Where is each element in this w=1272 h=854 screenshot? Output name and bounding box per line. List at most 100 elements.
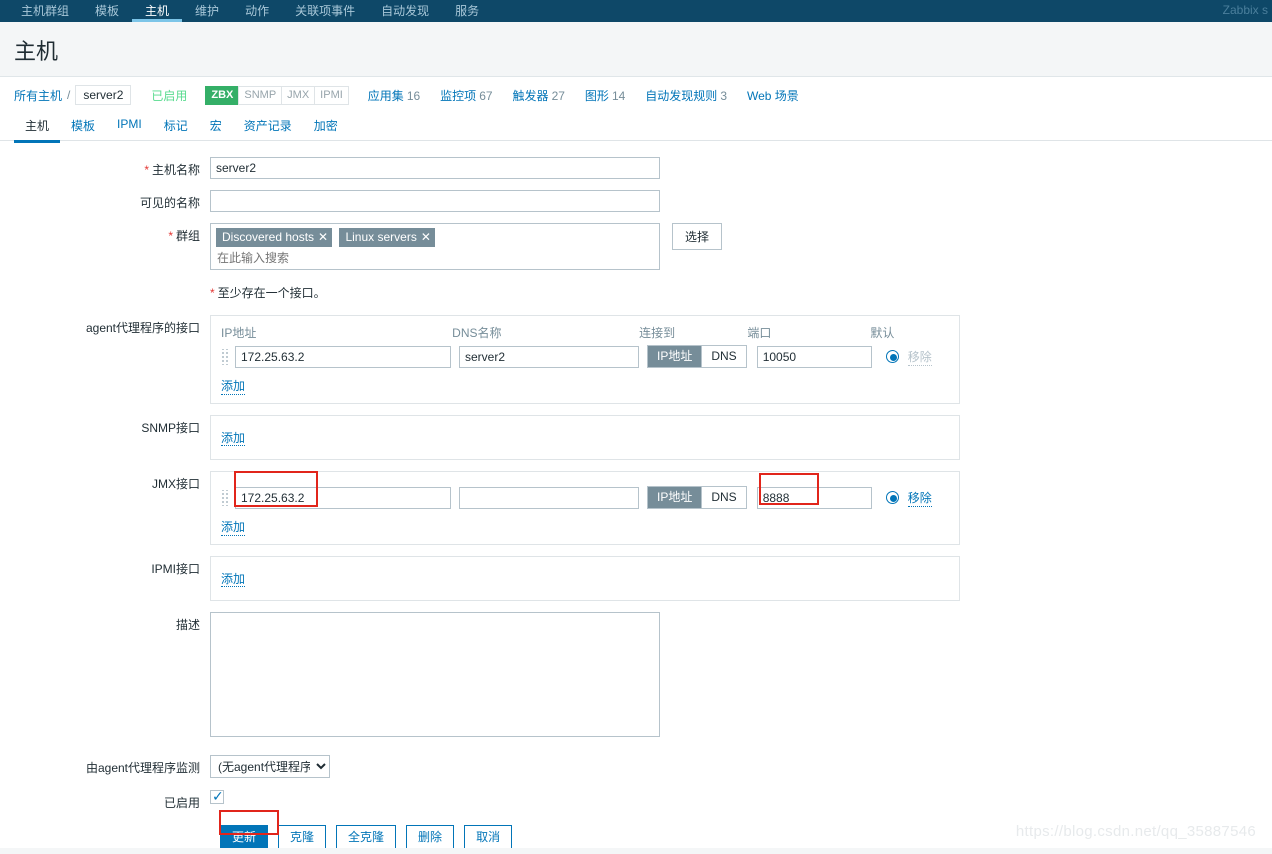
delete-button[interactable]: 删除 bbox=[406, 825, 455, 849]
group-chip-label: Discovered hosts bbox=[222, 230, 315, 244]
host-name-input[interactable] bbox=[210, 157, 660, 179]
user-menu-label[interactable]: Zabbix s bbox=[1223, 3, 1268, 17]
host-status-label[interactable]: 已启用 bbox=[151, 87, 187, 104]
tab-host[interactable]: 主机 bbox=[14, 113, 61, 143]
link-applications-label[interactable]: 应用集 bbox=[368, 89, 404, 103]
agent-port-input[interactable] bbox=[756, 345, 872, 368]
required-marker: * bbox=[144, 163, 149, 177]
badge-jmx: JMX bbox=[281, 85, 316, 105]
field-row-snmp-interface: SNMP接口 添加 bbox=[0, 415, 1272, 460]
enabled-checkbox[interactable] bbox=[210, 788, 224, 805]
update-button[interactable]: 更新 bbox=[220, 825, 269, 849]
field-row-monitored-by-proxy: 由agent代理程序监测 (无agent代理程序) bbox=[0, 755, 1272, 778]
breadcrumb-link-discovery-rules[interactable]: 自动发现规则 3 bbox=[645, 87, 727, 104]
groups-multiselect[interactable]: Discovered hosts ✕ Linux servers ✕ bbox=[210, 223, 660, 270]
remove-chip-icon[interactable]: ✕ bbox=[318, 230, 328, 244]
agent-interface-row: IP地址 DNS 移除 bbox=[221, 345, 949, 368]
label-ipmi-interface: IPMI接口 bbox=[151, 562, 200, 576]
top-navigation-bar: 主机群组 模板 主机 维护 动作 关联项事件 自动发现 服务 Zabbix s bbox=[0, 0, 1272, 22]
breadcrumb-link-items[interactable]: 监控项 67 bbox=[440, 87, 492, 104]
tab-tags[interactable]: 标记 bbox=[153, 113, 199, 140]
jmx-ip-input[interactable] bbox=[235, 486, 451, 509]
link-web-scenarios-label[interactable]: Web 场景 bbox=[747, 89, 799, 103]
field-row-jmx-interface: JMX接口 IP地址 DNS 移除 添加 bbox=[0, 471, 1272, 545]
jmx-connect-to-toggle[interactable]: IP地址 DNS bbox=[647, 486, 747, 509]
drag-handle-icon[interactable] bbox=[221, 489, 230, 506]
label-monitored-by-proxy: 由agent代理程序监测 bbox=[85, 761, 200, 775]
jmx-add-interface-link[interactable]: 添加 bbox=[221, 518, 246, 536]
tab-inventory[interactable]: 资产记录 bbox=[233, 113, 303, 140]
jmx-remove-link[interactable]: 移除 bbox=[907, 489, 932, 507]
ipmi-interface-panel: 添加 bbox=[210, 556, 960, 601]
required-marker: * bbox=[168, 229, 173, 243]
nav-item-discovery[interactable]: 自动发现 bbox=[368, 0, 442, 22]
nav-item-hosts[interactable]: 主机 bbox=[132, 0, 183, 22]
select-groups-button[interactable]: 选择 bbox=[672, 223, 723, 250]
snmp-interface-panel: 添加 bbox=[210, 415, 960, 460]
visible-name-input[interactable] bbox=[210, 190, 660, 212]
group-chip-label: Linux servers bbox=[345, 230, 417, 244]
jmx-connect-dns-option[interactable]: DNS bbox=[701, 487, 746, 508]
nav-item-host-groups[interactable]: 主机群组 bbox=[8, 0, 82, 22]
nav-item-correlation-events[interactable]: 关联项事件 bbox=[282, 0, 368, 22]
agent-ip-input[interactable] bbox=[235, 345, 451, 368]
link-triggers-count: 27 bbox=[551, 88, 565, 103]
proxy-select[interactable]: (无agent代理程序) bbox=[210, 755, 330, 778]
breadcrumb-link-web-scenarios[interactable]: Web 场景 bbox=[747, 87, 799, 104]
link-triggers-label[interactable]: 触发器 bbox=[513, 89, 549, 103]
link-graphs-count: 14 bbox=[611, 88, 626, 103]
link-items-count: 67 bbox=[479, 88, 493, 103]
breadcrumb-link-applications[interactable]: 应用集 16 bbox=[368, 87, 420, 104]
breadcrumb-all-hosts[interactable]: 所有主机 bbox=[14, 87, 62, 104]
agent-default-radio[interactable] bbox=[885, 350, 899, 363]
column-header-ip: IP地址 bbox=[221, 326, 257, 340]
remove-chip-icon[interactable]: ✕ bbox=[421, 230, 431, 244]
tab-templates[interactable]: 模板 bbox=[60, 113, 106, 140]
nav-item-services[interactable]: 服务 bbox=[442, 0, 492, 22]
clone-button[interactable]: 克隆 bbox=[278, 825, 327, 849]
full-clone-button[interactable]: 全克隆 bbox=[336, 825, 397, 849]
link-graphs-label[interactable]: 图形 bbox=[585, 89, 609, 103]
badge-zbx[interactable]: ZBX bbox=[205, 85, 240, 105]
jmx-dns-input[interactable] bbox=[459, 486, 639, 509]
tab-encryption[interactable]: 加密 bbox=[303, 113, 349, 140]
field-row-enabled: 已启用 bbox=[0, 788, 1272, 811]
agent-connect-to-toggle[interactable]: IP地址 DNS bbox=[647, 345, 747, 368]
agent-connect-ip-option[interactable]: IP地址 bbox=[648, 346, 702, 367]
link-discovery-rules-label[interactable]: 自动发现规则 bbox=[645, 89, 717, 103]
label-groups: * 群组 bbox=[168, 229, 200, 243]
label-visible-name: 可见的名称 bbox=[139, 196, 200, 210]
ipmi-add-interface-link[interactable]: 添加 bbox=[221, 572, 246, 587]
cancel-button[interactable]: 取消 bbox=[464, 825, 513, 849]
agent-add-interface-link[interactable]: 添加 bbox=[221, 377, 246, 395]
nav-item-maintenance[interactable]: 维护 bbox=[182, 0, 232, 22]
jmx-port-input[interactable] bbox=[756, 486, 872, 509]
link-discovery-rules-count: 3 bbox=[720, 88, 727, 103]
link-applications-count: 16 bbox=[406, 88, 421, 103]
drag-handle-icon[interactable] bbox=[221, 348, 230, 365]
label-spacer bbox=[0, 281, 210, 285]
tab-ipmi[interactable]: IPMI bbox=[106, 113, 153, 137]
watermark-text: https://blog.csdn.net/qq_35887546 bbox=[1015, 823, 1256, 840]
breadcrumb-link-triggers[interactable]: 触发器 27 bbox=[513, 87, 565, 104]
jmx-connect-ip-option[interactable]: IP地址 bbox=[648, 487, 702, 508]
label-jmx-interface: JMX接口 bbox=[151, 477, 200, 491]
agent-dns-input[interactable] bbox=[459, 345, 639, 368]
groups-search-input[interactable] bbox=[216, 250, 646, 267]
column-header-default: 默认 bbox=[870, 326, 895, 340]
label-enabled: 已启用 bbox=[163, 796, 200, 810]
nav-item-templates[interactable]: 模板 bbox=[82, 0, 132, 22]
jmx-interface-row: IP地址 DNS 移除 bbox=[221, 486, 949, 509]
snmp-add-interface-link[interactable]: 添加 bbox=[221, 431, 246, 446]
description-textarea[interactable] bbox=[210, 612, 660, 737]
tab-macros[interactable]: 宏 bbox=[199, 113, 233, 140]
jmx-default-radio[interactable] bbox=[885, 491, 899, 504]
breadcrumb-link-graphs[interactable]: 图形 14 bbox=[585, 87, 625, 104]
field-row-groups: *群组 Discovered hosts✕ Linux servers✕ 选择 bbox=[0, 223, 1272, 270]
agent-interface-panel: IP地址 DNS名称 连接到 端口 默认 IP地址 DNS 移除 添加 bbox=[210, 315, 960, 404]
page-header: 主机 bbox=[0, 22, 1272, 77]
link-items-label[interactable]: 监控项 bbox=[440, 89, 476, 103]
agent-connect-dns-option[interactable]: DNS bbox=[701, 346, 746, 367]
nav-item-actions[interactable]: 动作 bbox=[232, 0, 282, 22]
agent-remove-link: 移除 bbox=[907, 349, 932, 366]
